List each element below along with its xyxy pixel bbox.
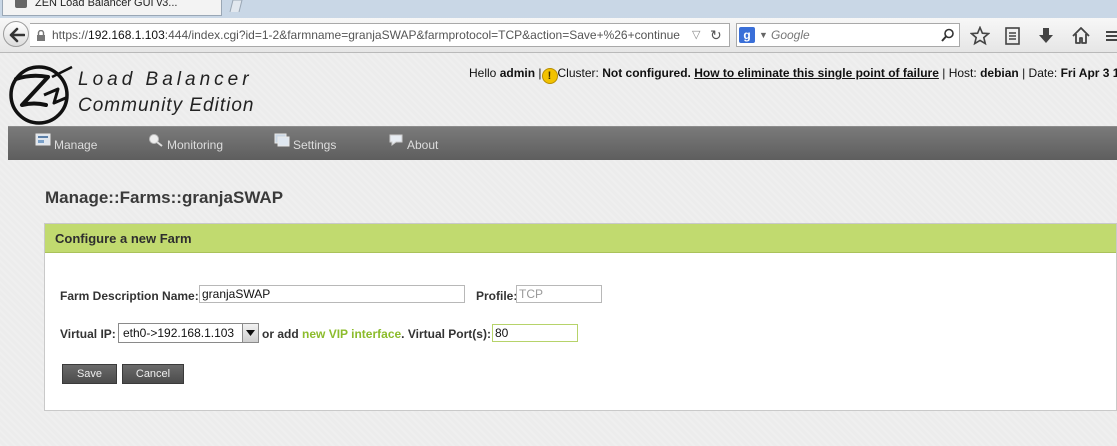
downloads-icon[interactable] bbox=[1036, 26, 1056, 46]
menu-label-monitoring: Monitoring bbox=[167, 138, 224, 152]
home-icon[interactable] bbox=[1071, 26, 1091, 46]
url-bar[interactable]: https://192.168.1.103:444/index.cgi?id=1… bbox=[30, 23, 730, 47]
back-arrow-icon bbox=[9, 27, 25, 43]
url-text: https://192.168.1.103:444/index.cgi?id=1… bbox=[52, 24, 680, 46]
hello-label: Hello bbox=[469, 66, 497, 80]
cluster-label: Cluster: bbox=[557, 66, 599, 80]
menu-item-about[interactable]: About bbox=[388, 127, 468, 160]
page-content: Load Balancer Community Edition Hello ad… bbox=[0, 53, 1117, 446]
save-button[interactable]: Save bbox=[62, 364, 117, 384]
menu-overflow-icon[interactable] bbox=[1104, 26, 1117, 46]
virtual-ip-label: Virtual IP: bbox=[60, 327, 116, 341]
tab-title: ZEN Load Balancer GUI v3... bbox=[35, 0, 178, 9]
google-engine-icon[interactable]: g bbox=[739, 27, 755, 43]
favicon-icon bbox=[15, 0, 27, 8]
search-icon[interactable] bbox=[941, 28, 955, 42]
browser-tabstrip: ZEN Load Balancer GUI v3... bbox=[0, 0, 1117, 18]
date-label: | Date: bbox=[1022, 66, 1058, 80]
lock-icon bbox=[37, 30, 45, 41]
menu-item-settings[interactable]: Settings bbox=[274, 127, 364, 160]
brand-line-2: Community Edition bbox=[78, 95, 255, 116]
vip-sentence: or add new VIP interface. Virtual Port(s… bbox=[262, 327, 491, 341]
status-line: Hello admin |! Cluster: Not configured. H… bbox=[469, 66, 1117, 84]
configure-farm-panel: Configure a new Farm Farm Description Na… bbox=[44, 223, 1117, 411]
chevron-down-icon bbox=[246, 330, 255, 336]
panel-header-title: Configure a new Farm bbox=[55, 231, 192, 246]
search-bar[interactable]: g ▼ Google bbox=[736, 23, 960, 47]
farm-description-input[interactable] bbox=[199, 285, 465, 303]
host-label: | Host: bbox=[942, 66, 977, 80]
zen-logo-icon bbox=[9, 65, 73, 125]
browser-tab[interactable]: ZEN Load Balancer GUI v3... bbox=[2, 0, 222, 16]
host-value: debian bbox=[980, 66, 1019, 80]
new-vip-interface-link[interactable]: new VIP interface bbox=[302, 327, 401, 341]
bookmarks-menu-icon[interactable] bbox=[1003, 26, 1023, 46]
profile-label: Profile: bbox=[476, 289, 518, 303]
date-value: Fri Apr 3 16 bbox=[1060, 66, 1117, 80]
farm-description-label: Farm Description Name: bbox=[60, 289, 199, 303]
brand-line-1: Load Balancer bbox=[78, 69, 253, 90]
user-name: admin bbox=[499, 66, 536, 80]
reload-icon[interactable]: ↻ bbox=[710, 24, 722, 46]
cluster-help-link[interactable]: How to eliminate this single point of fa… bbox=[694, 66, 939, 80]
warning-icon: ! bbox=[541, 68, 558, 84]
monitoring-icon bbox=[149, 134, 163, 147]
virtual-port-input[interactable] bbox=[492, 324, 578, 342]
settings-icon bbox=[274, 133, 290, 147]
url-host: 192.168.1.103 bbox=[88, 28, 165, 42]
virtual-ip-selected: eth0->192.168.1.103 bbox=[123, 326, 235, 340]
or-add-label: or add bbox=[262, 327, 299, 341]
url-rest: :444/index.cgi?id=1-2&farmname=granjaSWA… bbox=[164, 28, 680, 42]
page-title: Manage::Farms::granjaSWAP bbox=[45, 188, 284, 207]
menu-label-about: About bbox=[407, 138, 439, 152]
search-engine-dropdown-icon[interactable]: ▼ bbox=[759, 24, 768, 46]
url-prefix: https:// bbox=[52, 28, 89, 42]
cluster-value: Not configured. bbox=[602, 66, 691, 80]
profile-input bbox=[516, 285, 602, 303]
menu-item-manage[interactable]: Manage bbox=[35, 127, 125, 160]
menu-label-settings: Settings bbox=[293, 138, 337, 152]
virtual-port-label: . Virtual Port(s): bbox=[401, 327, 491, 341]
search-placeholder: Google bbox=[771, 28, 810, 42]
panel-header: Configure a new Farm bbox=[45, 224, 1116, 253]
main-menu: Manage Monitoring Settings About bbox=[8, 126, 1117, 160]
status-separator: | bbox=[538, 66, 542, 80]
menu-label-manage: Manage bbox=[54, 138, 98, 152]
virtual-ip-select[interactable]: eth0->192.168.1.103 bbox=[118, 323, 259, 343]
bookmark-star-icon[interactable] bbox=[970, 26, 990, 46]
new-tab-icon[interactable] bbox=[228, 0, 244, 12]
menu-item-monitoring[interactable]: Monitoring bbox=[148, 127, 248, 160]
manage-icon bbox=[35, 133, 51, 146]
url-history-dropdown-icon[interactable]: ▽ bbox=[692, 24, 700, 46]
virtual-ip-dropdown-button[interactable] bbox=[242, 324, 258, 342]
back-button[interactable] bbox=[3, 21, 29, 47]
browser-navbar: https://192.168.1.103:444/index.cgi?id=1… bbox=[0, 18, 1117, 53]
cancel-button[interactable]: Cancel bbox=[122, 364, 184, 384]
about-icon bbox=[389, 134, 403, 146]
